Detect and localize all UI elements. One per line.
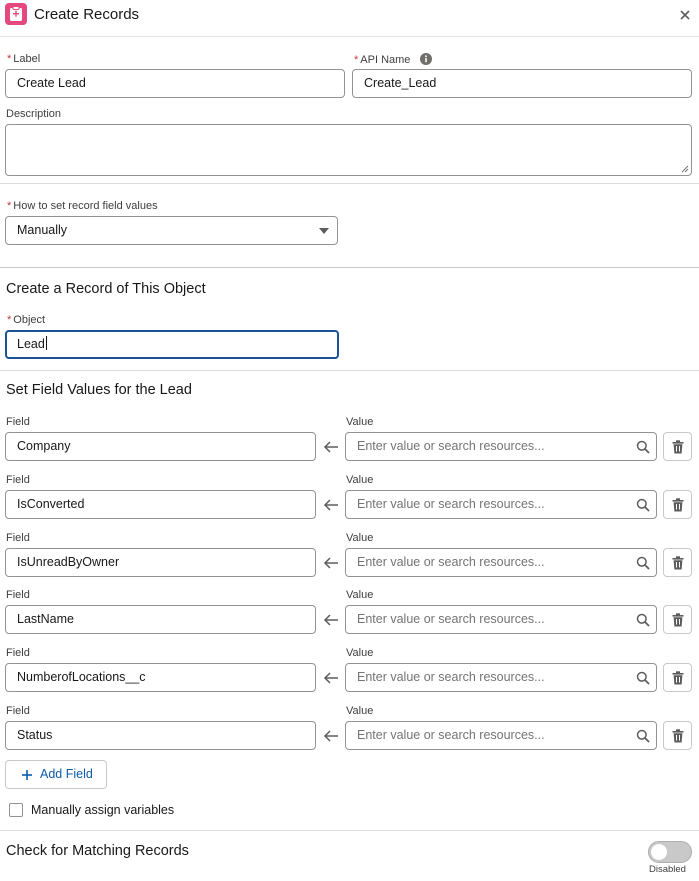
field-input[interactable]: NumberofLocations__c: [5, 663, 316, 692]
panel-header: Create Records: [0, 0, 699, 37]
value-placeholder: Enter value or search resources...: [357, 439, 545, 453]
field-header: Field: [6, 647, 30, 659]
how-to-set-select[interactable]: Manually: [5, 216, 338, 245]
clipboard-icon: [5, 3, 27, 25]
delete-row-button[interactable]: [663, 721, 692, 750]
value-input[interactable]: Enter value or search resources...: [345, 490, 657, 519]
arrow-left-icon: [323, 672, 338, 684]
field-values-section-title: Set Field Values for the Lead: [6, 382, 192, 398]
value-input[interactable]: Enter value or search resources...: [345, 605, 657, 634]
divider: [0, 830, 699, 831]
delete-row-button[interactable]: [663, 605, 692, 634]
trash-icon: [672, 729, 684, 743]
arrow-left-icon: [323, 499, 338, 511]
field-header: Field: [6, 705, 30, 717]
value-header: Value: [346, 474, 374, 486]
field-input[interactable]: IsUnreadByOwner: [5, 548, 316, 577]
delete-row-button[interactable]: [663, 432, 692, 461]
panel-title: Create Records: [34, 6, 140, 23]
caret-down-icon: [319, 228, 329, 234]
field-header: Field: [6, 416, 30, 428]
value-header: Value: [346, 532, 374, 544]
trash-icon: [672, 613, 684, 627]
divider: [0, 183, 699, 184]
value-placeholder: Enter value or search resources...: [357, 555, 545, 569]
field-input[interactable]: Company: [5, 432, 316, 461]
divider: [0, 370, 699, 371]
api-name-input[interactable]: Create_Lead: [352, 69, 692, 98]
value-input[interactable]: Enter value or search resources...: [345, 721, 657, 750]
value-placeholder: Enter value or search resources...: [357, 728, 545, 742]
label-input[interactable]: Create Lead: [5, 69, 345, 98]
search-icon: [636, 440, 650, 454]
manual-assign-label: Manually assign variables: [31, 803, 175, 817]
trash-icon: [672, 440, 684, 454]
delete-row-button[interactable]: [663, 490, 692, 519]
api-name-field-label: * API Name: [354, 53, 433, 66]
divider: [0, 267, 699, 268]
value-header: Value: [346, 416, 374, 428]
delete-row-button[interactable]: [663, 663, 692, 692]
toggle-knob: [651, 844, 667, 860]
arrow-left-icon: [323, 441, 338, 453]
field-input[interactable]: Status: [5, 721, 316, 750]
description-label: Description: [6, 108, 62, 120]
matching-section-title: Check for Matching Records: [6, 843, 189, 859]
value-input[interactable]: Enter value or search resources...: [345, 432, 657, 461]
plus-icon: [22, 770, 32, 780]
how-to-set-value: Manually: [17, 223, 68, 237]
value-placeholder: Enter value or search resources...: [357, 612, 545, 626]
arrow-left-icon: [323, 557, 338, 569]
search-icon: [636, 613, 650, 627]
toggle-state-label: Disabled: [649, 864, 686, 875]
value-input[interactable]: Enter value or search resources...: [345, 663, 657, 692]
search-icon: [636, 729, 650, 743]
matching-toggle[interactable]: [648, 841, 692, 863]
value-input[interactable]: Enter value or search resources...: [345, 548, 657, 577]
add-field-button[interactable]: Add Field: [5, 760, 107, 789]
trash-icon: [672, 556, 684, 570]
value-placeholder: Enter value or search resources...: [357, 670, 545, 684]
search-icon: [636, 671, 650, 685]
delete-row-button[interactable]: [663, 548, 692, 577]
trash-icon: [672, 671, 684, 685]
field-input[interactable]: LastName: [5, 605, 316, 634]
search-icon: [636, 498, 650, 512]
arrow-left-icon: [323, 614, 338, 626]
field-header: Field: [6, 532, 30, 544]
manual-assign-checkbox[interactable]: [9, 803, 23, 817]
value-header: Value: [346, 589, 374, 601]
label-field-label: * Label: [7, 53, 41, 65]
field-input[interactable]: IsConverted: [5, 490, 316, 519]
description-textarea[interactable]: [5, 124, 692, 176]
field-header: Field: [6, 474, 30, 486]
object-section-title: Create a Record of This Object: [6, 281, 206, 297]
how-to-set-label: * How to set record field values: [7, 200, 158, 212]
object-input[interactable]: Lead: [5, 330, 339, 359]
text-cursor: [45, 336, 47, 350]
field-header: Field: [6, 589, 30, 601]
value-header: Value: [346, 705, 374, 717]
value-placeholder: Enter value or search resources...: [357, 497, 545, 511]
close-icon[interactable]: [676, 6, 694, 24]
resize-grip-icon[interactable]: [681, 165, 689, 173]
arrow-left-icon: [323, 730, 338, 742]
value-header: Value: [346, 647, 374, 659]
object-field-label: * Object: [7, 314, 46, 326]
info-icon[interactable]: [420, 53, 433, 65]
search-icon: [636, 556, 650, 570]
trash-icon: [672, 498, 684, 512]
